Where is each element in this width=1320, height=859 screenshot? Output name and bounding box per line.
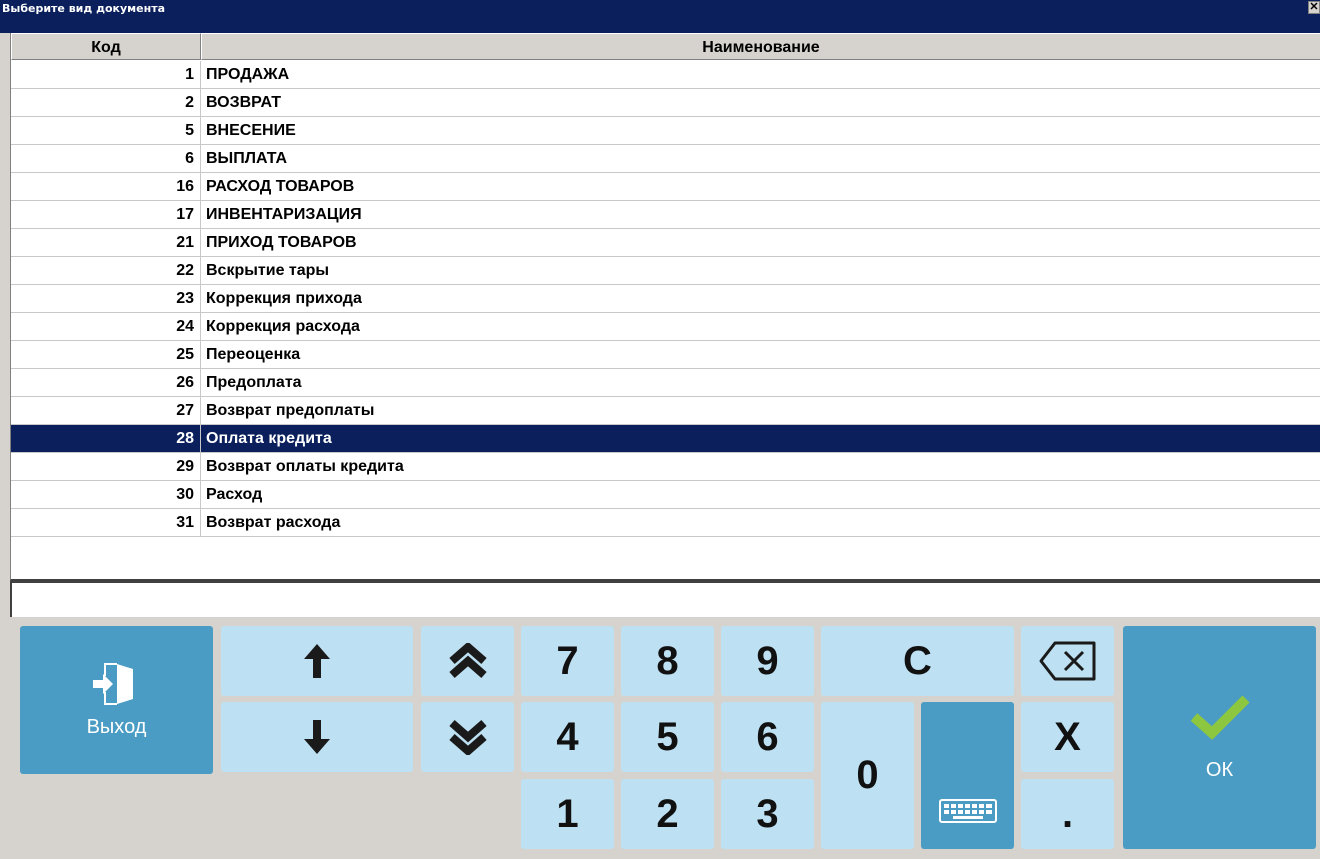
row-name: Возврат расхода — [206, 514, 341, 531]
close-button[interactable]: ✕ — [1308, 1, 1320, 14]
keyboard-icon — [938, 799, 997, 823]
row-name: Предоплата — [206, 374, 302, 391]
row-name: Коррекция прихода — [206, 290, 362, 307]
table-row[interactable]: 2 ВОЗВРАТ — [11, 89, 1320, 117]
row-code: 2 — [11, 89, 201, 116]
digit-3-button[interactable]: 3 — [721, 779, 814, 849]
row-code: 30 — [11, 481, 201, 508]
digit-4-button[interactable]: 4 — [521, 702, 614, 772]
checkmark-icon — [1190, 695, 1250, 740]
code-input[interactable] — [10, 581, 1320, 617]
backspace-icon — [1039, 641, 1095, 681]
row-name: Возврат оплаты кредита — [206, 458, 404, 475]
table-row[interactable]: 26 Предоплата — [11, 369, 1320, 397]
column-header-code[interactable]: Код — [11, 33, 201, 60]
digit-1-button[interactable]: 1 — [521, 779, 614, 849]
row-name: Возврат предоплаты — [206, 402, 375, 419]
row-name: ИНВЕНТАРИЗАЦИЯ — [206, 206, 362, 223]
exit-door-icon — [92, 662, 133, 705]
digit-7-button[interactable]: 7 — [521, 626, 614, 696]
row-name: Оплата кредита — [206, 430, 332, 447]
table-row[interactable]: 24 Коррекция расхода — [11, 313, 1320, 341]
table-row[interactable]: 5 ВНЕСЕНИЕ — [11, 117, 1320, 145]
arrow-up-button[interactable] — [221, 626, 413, 696]
table-row[interactable]: 31 Возврат расхода — [11, 509, 1320, 537]
clear-button[interactable]: C — [821, 626, 1014, 696]
keypad: Выход 7 8 9 4 5 6 1 2 3 C 0 X . ОК — [0, 617, 1320, 859]
ok-button[interactable]: ОК — [1123, 626, 1316, 849]
table-row[interactable]: 21 ПРИХОД ТОВАРОВ — [11, 229, 1320, 257]
backspace-button[interactable] — [1021, 626, 1114, 696]
table-row[interactable]: 27 Возврат предоплаты — [11, 397, 1320, 425]
table-row[interactable]: 25 Переоценка — [11, 341, 1320, 369]
row-code: 28 — [11, 425, 201, 452]
row-code: 27 — [11, 397, 201, 424]
digit-6-button[interactable]: 6 — [721, 702, 814, 772]
row-code: 29 — [11, 453, 201, 480]
row-code: 23 — [11, 285, 201, 312]
table-row[interactable]: 1 ПРОДАЖА — [11, 61, 1320, 89]
document-type-dialog: Выберите вид документа ✕ Код Наименовани… — [0, 0, 1320, 859]
table-row[interactable]: 16 РАСХОД ТОВАРОВ — [11, 173, 1320, 201]
table-row[interactable]: 17 ИНВЕНТАРИЗАЦИЯ — [11, 201, 1320, 229]
arrow-down-icon — [304, 720, 330, 754]
table-header: Код Наименование — [11, 33, 1320, 60]
row-name: Расход — [206, 486, 263, 503]
table-row[interactable]: 30 Расход — [11, 481, 1320, 509]
arrow-up-icon — [304, 644, 330, 678]
row-name: ВЫПЛАТА — [206, 150, 288, 167]
title-bar: Выберите вид документа ✕ — [0, 0, 1320, 33]
double-chevron-down-icon — [448, 719, 487, 755]
page-up-button[interactable] — [421, 626, 514, 696]
row-code: 26 — [11, 369, 201, 396]
row-name: ВОЗВРАТ — [206, 94, 281, 111]
arrow-down-button[interactable] — [221, 702, 413, 772]
table-body: 1 ПРОДАЖА 2 ВОЗВРАТ 5 ВНЕСЕНИЕ 6 ВЫПЛАТА 16 РАСХО… — [11, 61, 1320, 537]
row-name: РАСХОД ТОВАРОВ — [206, 178, 355, 195]
column-header-name[interactable]: Наименование — [201, 33, 1320, 60]
table-row[interactable]: 6 ВЫПЛАТА — [11, 145, 1320, 173]
multiply-button[interactable]: X — [1021, 702, 1114, 772]
row-code: 25 — [11, 341, 201, 368]
row-code: 1 — [11, 61, 201, 88]
row-code: 24 — [11, 313, 201, 340]
row-code: 31 — [11, 509, 201, 536]
row-code: 22 — [11, 257, 201, 284]
dot-button[interactable]: . — [1021, 779, 1114, 849]
row-code: 17 — [11, 201, 201, 228]
digit-0-button[interactable]: 0 — [821, 702, 914, 849]
row-code: 16 — [11, 173, 201, 200]
row-name: ПРИХОД ТОВАРОВ — [206, 234, 357, 251]
exit-label: Выход — [86, 715, 147, 738]
window-title: Выберите вид документа — [2, 2, 166, 15]
exit-button[interactable]: Выход — [20, 626, 213, 774]
row-name: ПРОДАЖА — [206, 66, 290, 83]
digit-9-button[interactable]: 9 — [721, 626, 814, 696]
row-name: Коррекция расхода — [206, 318, 360, 335]
row-code: 6 — [11, 145, 201, 172]
row-name: ВНЕСЕНИЕ — [206, 122, 296, 139]
page-down-button[interactable] — [421, 702, 514, 772]
table-row[interactable]: 22 Вскрытие тары — [11, 257, 1320, 285]
document-type-table: Код Наименование 1 ПРОДАЖА 2 ВОЗВРАТ 5 ВНЕСЕН… — [10, 33, 1320, 581]
keyboard-button[interactable] — [921, 702, 1014, 849]
row-name: Переоценка — [206, 346, 301, 363]
row-name: Вскрытие тары — [206, 262, 330, 279]
ok-label: ОК — [1205, 759, 1234, 781]
table-row[interactable]: 23 Коррекция прихода — [11, 285, 1320, 313]
double-chevron-up-icon — [448, 643, 487, 679]
digit-2-button[interactable]: 2 — [621, 779, 714, 849]
table-row[interactable]: 29 Возврат оплаты кредита — [11, 453, 1320, 481]
row-code: 5 — [11, 117, 201, 144]
digit-8-button[interactable]: 8 — [621, 626, 714, 696]
digit-5-button[interactable]: 5 — [621, 702, 714, 772]
row-code: 21 — [11, 229, 201, 256]
table-row[interactable]: 28 Оплата кредита — [11, 425, 1320, 453]
